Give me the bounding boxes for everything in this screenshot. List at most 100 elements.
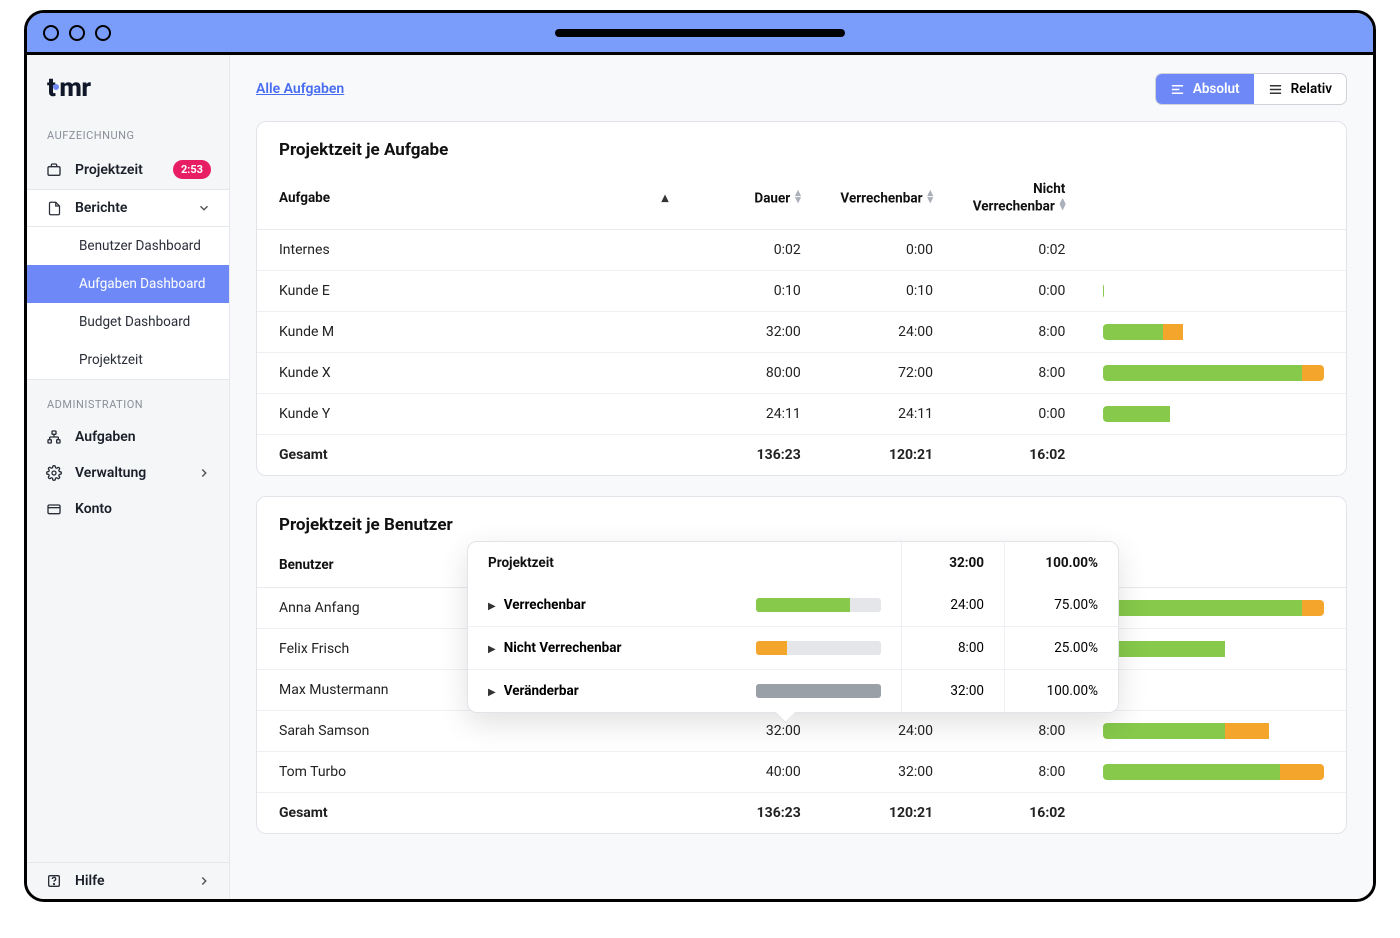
sidebar-item-verwaltung[interactable]: Verwaltung xyxy=(27,455,229,491)
card-title: Projektzeit je Benutzer xyxy=(257,497,1346,543)
table-row[interactable]: Sarah Samson 32:00 24:00 8:00 xyxy=(257,710,1346,751)
cell-verr: 0:00 xyxy=(817,229,949,270)
cell-dauer: 32:00 xyxy=(684,710,816,751)
chevron-right-icon xyxy=(197,466,211,480)
cell-name: Kunde X xyxy=(257,352,684,393)
cell-dauer: 80:00 xyxy=(684,352,816,393)
cell-verr: 24:00 xyxy=(817,710,949,751)
col-header-dauer[interactable]: Dauer▴▾ xyxy=(684,168,816,229)
bar xyxy=(1103,324,1324,340)
table-row[interactable]: Kunde E 0:10 0:10 0:00 xyxy=(257,270,1346,311)
sidebar-sub-benutzer[interactable]: Benutzer Dashboard xyxy=(27,227,229,265)
cell-verr: 24:00 xyxy=(817,311,949,352)
popover-total-value: 32:00 xyxy=(901,542,1004,584)
main-content: Alle Aufgaben Absolut Relativ xyxy=(230,55,1373,899)
cell-dauer: 0:02 xyxy=(684,229,816,270)
table-row[interactable]: Tom Turbo 40:00 32:00 8:00 xyxy=(257,751,1346,792)
chevron-right-icon: ▶ xyxy=(488,601,496,612)
popover-pct: 100.00% xyxy=(1005,669,1119,712)
breadcrumb[interactable]: Alle Aufgaben xyxy=(256,81,344,97)
view-label: Absolut xyxy=(1193,81,1240,97)
sidebar-item-aufgaben[interactable]: Aufgaben xyxy=(27,419,229,455)
chevron-right-icon xyxy=(197,874,211,888)
popover-bar xyxy=(756,641,881,655)
sidebar-item-konto[interactable]: Konto xyxy=(27,491,229,527)
card-projektzeit-benutzer: Projektzeit je Benutzer Benutzer Anna An… xyxy=(256,496,1347,834)
col-header-verrechenbar[interactable]: Verrechenbar▴▾ xyxy=(817,168,949,229)
sidebar-item-berichte[interactable]: Berichte xyxy=(27,190,229,227)
cell-name: Kunde M xyxy=(257,311,684,352)
bar xyxy=(1103,723,1324,739)
sidebar-item-hilfe[interactable]: Hilfe xyxy=(27,863,229,899)
cell-nverr: 8:00 xyxy=(949,311,1081,352)
popover-row-label: ▶Verrechenbar xyxy=(468,584,736,627)
table-row-total: Gesamt136:23120:2116:02 xyxy=(257,434,1346,475)
cell-nverr: 8:00 xyxy=(949,751,1081,792)
sidebar-item-label: Projektzeit xyxy=(75,162,161,178)
window-control-dot[interactable] xyxy=(43,25,59,41)
section-label-recording: AUFZEICHNUNG xyxy=(27,119,229,150)
cell-verr: 72:00 xyxy=(817,352,949,393)
bar xyxy=(1103,764,1324,780)
logo: tmr xyxy=(27,55,229,119)
window-control-dot[interactable] xyxy=(69,25,85,41)
popover-row[interactable]: ▶Verrechenbar 24:00 75.00% xyxy=(468,584,1118,627)
popover-value: 24:00 xyxy=(901,584,1004,627)
cell-nverr: 8:00 xyxy=(949,352,1081,393)
table-row[interactable]: Kunde X 80:00 72:00 8:00 xyxy=(257,352,1346,393)
card-projektzeit-aufgabe: Projektzeit je Aufgabe Aufgabe ▴ Dauer▴▾… xyxy=(256,121,1347,476)
cell-name: Tom Turbo xyxy=(257,751,684,792)
cell-name: Sarah Samson xyxy=(257,710,684,751)
window-control-dot[interactable] xyxy=(95,25,111,41)
sidebar-sub-projektzeit[interactable]: Projektzeit xyxy=(27,341,229,379)
bar xyxy=(1103,365,1324,381)
col-header-aufgabe[interactable]: Aufgabe ▴ xyxy=(257,168,684,229)
popover-bar xyxy=(756,598,881,612)
bar xyxy=(1103,641,1324,657)
sort-icon: ▴▾ xyxy=(795,190,801,203)
document-icon xyxy=(45,201,63,216)
popover-total-pct: 100.00% xyxy=(1005,542,1119,584)
popover-pct: 25.00% xyxy=(1005,626,1119,669)
popover-row[interactable]: ▶Veränderbar 32:00 100.00% xyxy=(468,669,1118,712)
bar xyxy=(1103,406,1324,422)
gear-icon xyxy=(45,465,63,481)
sidebar-item-label: Hilfe xyxy=(75,873,185,889)
bar xyxy=(1103,283,1324,299)
table-row[interactable]: Kunde Y 24:11 24:11 0:00 xyxy=(257,393,1346,434)
cell-name: Kunde E xyxy=(257,270,684,311)
table-row[interactable]: Kunde M 32:00 24:00 8:00 xyxy=(257,311,1346,352)
col-header-nicht-verrechenbar[interactable]: NichtVerrechenbar▴▾ xyxy=(949,168,1081,229)
app-window: tmr AUFZEICHNUNG Projektzeit 2:53 Berich… xyxy=(24,10,1376,902)
sidebar-item-projektzeit[interactable]: Projektzeit 2:53 xyxy=(27,150,229,189)
sort-icon: ▴▾ xyxy=(928,190,934,203)
cell-dauer: 32:00 xyxy=(684,311,816,352)
cell-name: Kunde Y xyxy=(257,393,684,434)
cell-dauer: 40:00 xyxy=(684,751,816,792)
time-badge: 2:53 xyxy=(173,160,211,179)
table-row[interactable]: Internes 0:02 0:00 0:02 xyxy=(257,229,1346,270)
bar xyxy=(1103,600,1324,616)
sort-icon: ▴▾ xyxy=(1060,198,1066,211)
popover-row[interactable]: ▶Nicht Verrechenbar 8:00 25.00% xyxy=(468,626,1118,669)
cell-dauer: 0:10 xyxy=(684,270,816,311)
popover-breakdown: Projektzeit 32:00 100.00% ▶Verrechenbar … xyxy=(467,541,1119,713)
sidebar-sub-budget[interactable]: Budget Dashboard xyxy=(27,303,229,341)
cell-nverr: 8:00 xyxy=(949,710,1081,751)
align-left-icon xyxy=(1170,82,1185,97)
hierarchy-icon xyxy=(45,429,63,445)
popover-row-label: ▶Nicht Verrechenbar xyxy=(468,626,736,669)
sidebar-item-label: Konto xyxy=(75,501,211,517)
cell-verr: 24:11 xyxy=(817,393,949,434)
titlebar xyxy=(27,13,1373,55)
help-icon xyxy=(45,873,63,889)
table-row-total: Gesamt136:23120:2116:02 xyxy=(257,792,1346,833)
view-relativ-button[interactable]: Relativ xyxy=(1254,74,1346,104)
popover-row-label: ▶Veränderbar xyxy=(468,669,736,712)
cell-nverr: 0:00 xyxy=(949,270,1081,311)
view-label: Relativ xyxy=(1291,81,1332,97)
cell-verr: 0:10 xyxy=(817,270,949,311)
sidebar-sub-aufgaben[interactable]: Aufgaben Dashboard xyxy=(27,265,229,303)
view-absolut-button[interactable]: Absolut xyxy=(1156,74,1254,104)
cell-verr: 32:00 xyxy=(817,751,949,792)
